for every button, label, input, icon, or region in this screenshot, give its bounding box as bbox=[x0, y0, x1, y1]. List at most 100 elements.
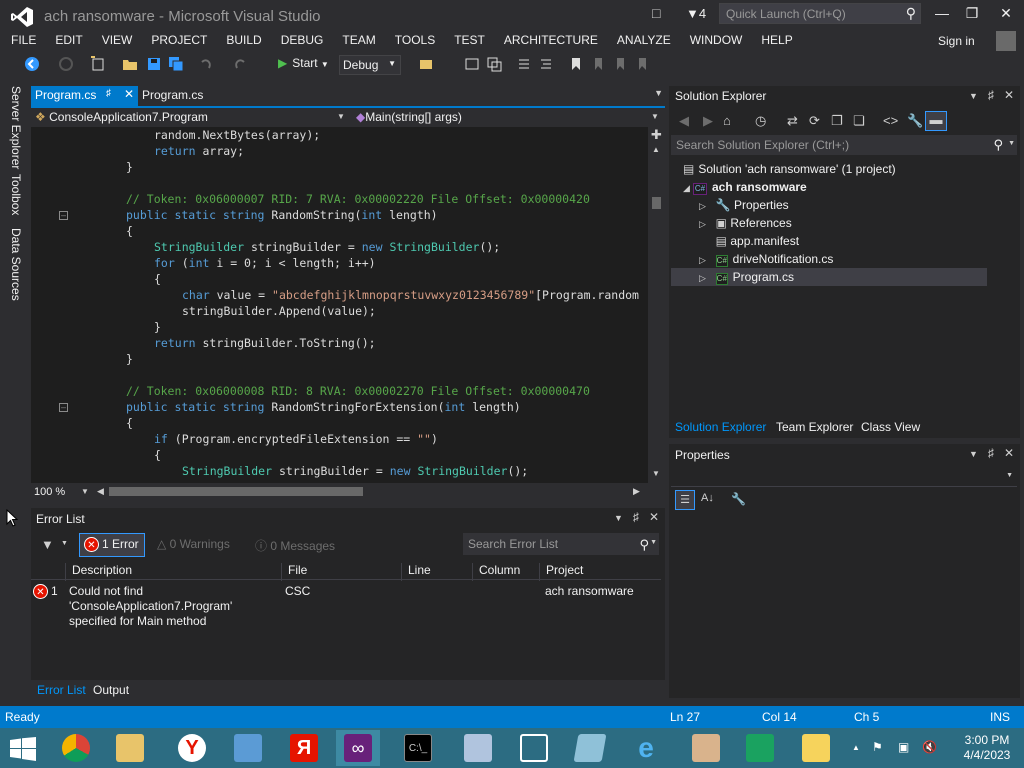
chevron-down-icon[interactable]: ▼ bbox=[614, 513, 623, 523]
taskbar-yandex-2[interactable]: Я bbox=[282, 730, 326, 766]
messages-filter-button[interactable]: ⓘ 0 Messages bbox=[255, 537, 335, 554]
back-icon[interactable] bbox=[24, 56, 40, 72]
network-icon[interactable]: ▣ bbox=[898, 740, 909, 754]
tab-class-view[interactable]: Class View bbox=[861, 420, 920, 434]
taskbar-control-panel[interactable] bbox=[226, 730, 270, 766]
tree-item-drivenotification[interactable]: ▷ C# driveNotification.cs bbox=[699, 250, 833, 268]
taskbar-visual-studio[interactable]: ∞ bbox=[336, 730, 380, 766]
close-icon[interactable]: ✕ bbox=[1004, 446, 1014, 460]
class-dropdown[interactable]: ❖ ConsoleApplication7.Program bbox=[35, 110, 208, 124]
scroll-right-icon[interactable]: ▶ bbox=[633, 486, 640, 497]
prev-bookmark-icon[interactable] bbox=[590, 56, 606, 72]
show-hidden-icons[interactable]: ▲ bbox=[852, 743, 860, 752]
menu-team[interactable]: TEAM bbox=[331, 31, 383, 52]
minimize-button[interactable]: — bbox=[932, 5, 952, 21]
taskbar-app[interactable] bbox=[568, 730, 612, 766]
volume-muted-icon[interactable]: 🔇 bbox=[922, 740, 937, 754]
chevron-down-icon[interactable]: ▼ bbox=[1008, 140, 1015, 147]
menu-test[interactable]: TEST bbox=[443, 31, 493, 52]
redo-icon[interactable] bbox=[232, 56, 248, 72]
menu-project[interactable]: PROJECT bbox=[140, 31, 215, 52]
comment-icon[interactable] bbox=[516, 56, 532, 72]
tab-server-explorer[interactable]: Server Explorer bbox=[9, 86, 23, 169]
warnings-filter-button[interactable]: △ 0 Warnings bbox=[157, 537, 230, 551]
menu-window[interactable]: WINDOW bbox=[679, 31, 751, 52]
taskbar-ie[interactable]: e bbox=[624, 730, 668, 766]
tree-item-properties[interactable]: ▷ 🔧 Properties bbox=[699, 196, 789, 214]
tree-item-manifest[interactable]: ▤ app.manifest bbox=[699, 232, 799, 250]
scroll-thumb[interactable] bbox=[652, 197, 661, 209]
code-editor[interactable]: random.NextBytes(array); return array; }… bbox=[31, 127, 665, 483]
forward-icon[interactable]: ▶ bbox=[703, 113, 713, 129]
close-icon[interactable]: ✕ bbox=[1004, 88, 1014, 102]
scroll-up-icon[interactable]: ▲ bbox=[652, 145, 660, 154]
pin-icon[interactable]: ♯ bbox=[106, 88, 111, 99]
menu-help[interactable]: HELP bbox=[750, 31, 800, 52]
filter-icon[interactable]: ▼ bbox=[41, 537, 54, 552]
refresh-icon[interactable]: ⟳ bbox=[809, 113, 820, 129]
taskbar-file-explorer[interactable] bbox=[108, 730, 152, 766]
horizontal-scroll-thumb[interactable] bbox=[109, 487, 363, 496]
copy-window-icon[interactable] bbox=[486, 56, 502, 72]
chevron-down-icon[interactable]: ▼ bbox=[969, 91, 978, 101]
collapse-icon[interactable]: – bbox=[59, 211, 68, 220]
taskbar-task-view[interactable] bbox=[512, 730, 556, 766]
menu-tools[interactable]: TOOLS bbox=[384, 31, 443, 52]
flag-icon[interactable]: ⚑ bbox=[872, 740, 883, 754]
scroll-down-icon[interactable]: ▼ bbox=[652, 469, 660, 478]
scroll-left-icon[interactable]: ◀ bbox=[97, 486, 104, 497]
tab-team-explorer[interactable]: Team Explorer bbox=[776, 420, 853, 434]
avatar[interactable] bbox=[996, 31, 1016, 51]
bookmark-icon[interactable] bbox=[568, 56, 584, 72]
solution-search-input[interactable]: Search Solution Explorer (Ctrl+;) ⚲ ▼ bbox=[671, 135, 1017, 155]
menu-edit[interactable]: EDIT bbox=[44, 31, 90, 52]
quick-launch-input[interactable]: Quick Launch (Ctrl+Q) ⚲ bbox=[719, 3, 921, 24]
close-icon[interactable]: ✕ bbox=[124, 87, 134, 101]
tab-data-sources[interactable]: Data Sources bbox=[9, 228, 23, 301]
chevron-down-icon[interactable]: ▼ bbox=[81, 487, 89, 496]
collapse-icon[interactable]: – bbox=[59, 403, 68, 412]
preview-selected-icon[interactable]: ▬ bbox=[925, 111, 947, 131]
column-project[interactable]: Project bbox=[539, 563, 661, 581]
column-file[interactable]: File bbox=[281, 563, 401, 581]
view-code-icon[interactable]: <> bbox=[883, 113, 898, 128]
start-debugging-button[interactable]: ▶ Start ▼ bbox=[278, 56, 329, 70]
attach-icon[interactable] bbox=[418, 56, 434, 72]
pin-icon[interactable]: ♯ bbox=[988, 88, 994, 102]
taskbar-store[interactable] bbox=[738, 730, 782, 766]
tab-program-cs[interactable]: Program.cs bbox=[142, 88, 203, 102]
taskbar-notes[interactable] bbox=[794, 730, 838, 766]
properties-wrench-icon[interactable]: 🔧 bbox=[907, 113, 923, 129]
undo-icon[interactable] bbox=[198, 56, 214, 72]
menu-analyze[interactable]: ANALYZE bbox=[606, 31, 679, 52]
taskbar-chrome[interactable] bbox=[54, 730, 98, 766]
system-clock[interactable]: 3:00 PM 4/4/2023 bbox=[958, 733, 1016, 763]
tab-error-list[interactable]: Error List bbox=[37, 683, 86, 697]
close-button[interactable]: ✕ bbox=[996, 5, 1016, 22]
property-pages-icon[interactable]: 🔧 bbox=[731, 492, 746, 506]
errors-filter-button[interactable]: ✕ 1 Error bbox=[79, 533, 145, 557]
collapsed-arrow-icon[interactable]: ▷ bbox=[699, 215, 709, 233]
tab-output[interactable]: Output bbox=[93, 683, 129, 697]
chevron-down-icon[interactable]: ▼ bbox=[61, 540, 68, 547]
clear-bookmarks-icon[interactable] bbox=[634, 56, 650, 72]
sync-icon[interactable]: ⇄ bbox=[787, 113, 798, 129]
column-column[interactable]: Column bbox=[472, 563, 542, 581]
feedback-icon[interactable]: □ bbox=[652, 5, 660, 21]
toggle-panel-icon[interactable] bbox=[464, 56, 480, 72]
windows-start-icon[interactable] bbox=[10, 737, 36, 761]
tree-project[interactable]: ◢ C# ach ransomware bbox=[683, 178, 807, 196]
sign-in-link[interactable]: Sign in bbox=[938, 34, 975, 48]
restore-button[interactable]: ❐ bbox=[962, 5, 982, 22]
tree-item-references[interactable]: ▷ ▣ References bbox=[699, 214, 792, 232]
show-all-files-icon[interactable]: ❏ bbox=[853, 113, 865, 129]
alphabetical-icon[interactable]: A↓ bbox=[701, 492, 714, 504]
chevron-down-icon[interactable]: ▼ bbox=[969, 449, 978, 459]
properties-object-select[interactable]: ▼ bbox=[671, 467, 1017, 487]
tab-program-cs-active[interactable]: Program.cs ♯ ✕ bbox=[31, 86, 138, 106]
pin-icon[interactable]: ♯ bbox=[988, 446, 994, 460]
menu-file[interactable]: FILE bbox=[0, 31, 44, 52]
split-icon[interactable]: ✚ bbox=[651, 127, 662, 143]
vertical-scrollbar[interactable]: ✚ ▲ ▼ bbox=[648, 127, 665, 483]
taskbar-performance[interactable] bbox=[456, 730, 500, 766]
